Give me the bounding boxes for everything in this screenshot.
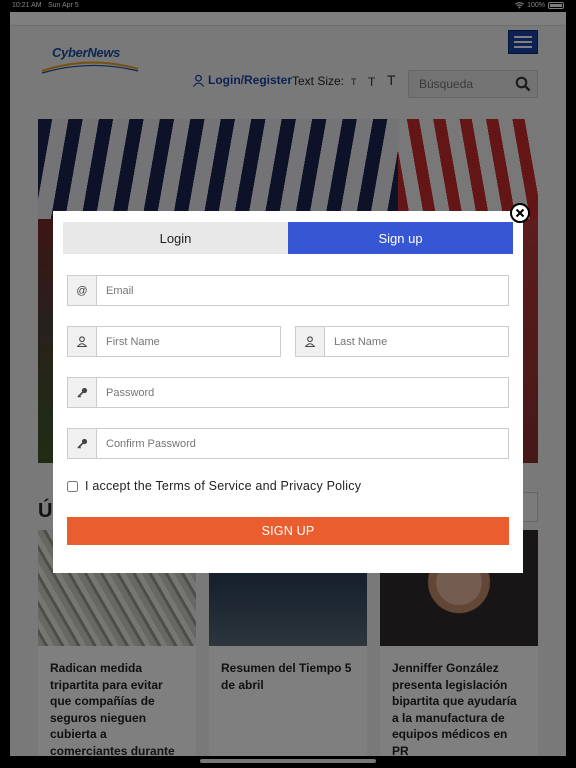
password-field <box>67 377 509 408</box>
email-field: @ <box>67 275 509 306</box>
terms-row[interactable]: I accept the Terms of Service and Privac… <box>67 479 361 493</box>
auth-tabs: Login Sign up <box>63 222 513 254</box>
first-name-input[interactable] <box>97 327 280 356</box>
terms-checkbox[interactable] <box>67 480 78 492</box>
signup-modal: Login Sign up @ I accept the Terms of Se… <box>53 211 523 573</box>
tab-login[interactable]: Login <box>63 222 288 254</box>
last-name-field <box>295 326 509 357</box>
tab-signup[interactable]: Sign up <box>288 222 513 254</box>
sign-up-button[interactable]: SIGN UP <box>67 517 509 545</box>
user-icon <box>296 327 325 356</box>
confirm-password-field <box>67 428 509 459</box>
close-icon <box>515 208 525 218</box>
confirm-password-input[interactable] <box>97 429 508 458</box>
at-sign-icon: @ <box>68 276 97 305</box>
user-icon <box>68 327 97 356</box>
email-input[interactable] <box>97 276 508 305</box>
home-indicator <box>200 759 376 763</box>
terms-label: I accept the Terms of Service and Privac… <box>85 479 362 493</box>
close-modal-button[interactable] <box>510 203 530 223</box>
first-name-field <box>67 326 281 357</box>
key-icon <box>68 429 97 458</box>
password-input[interactable] <box>97 378 508 407</box>
last-name-input[interactable] <box>325 327 508 356</box>
key-icon <box>68 378 97 407</box>
